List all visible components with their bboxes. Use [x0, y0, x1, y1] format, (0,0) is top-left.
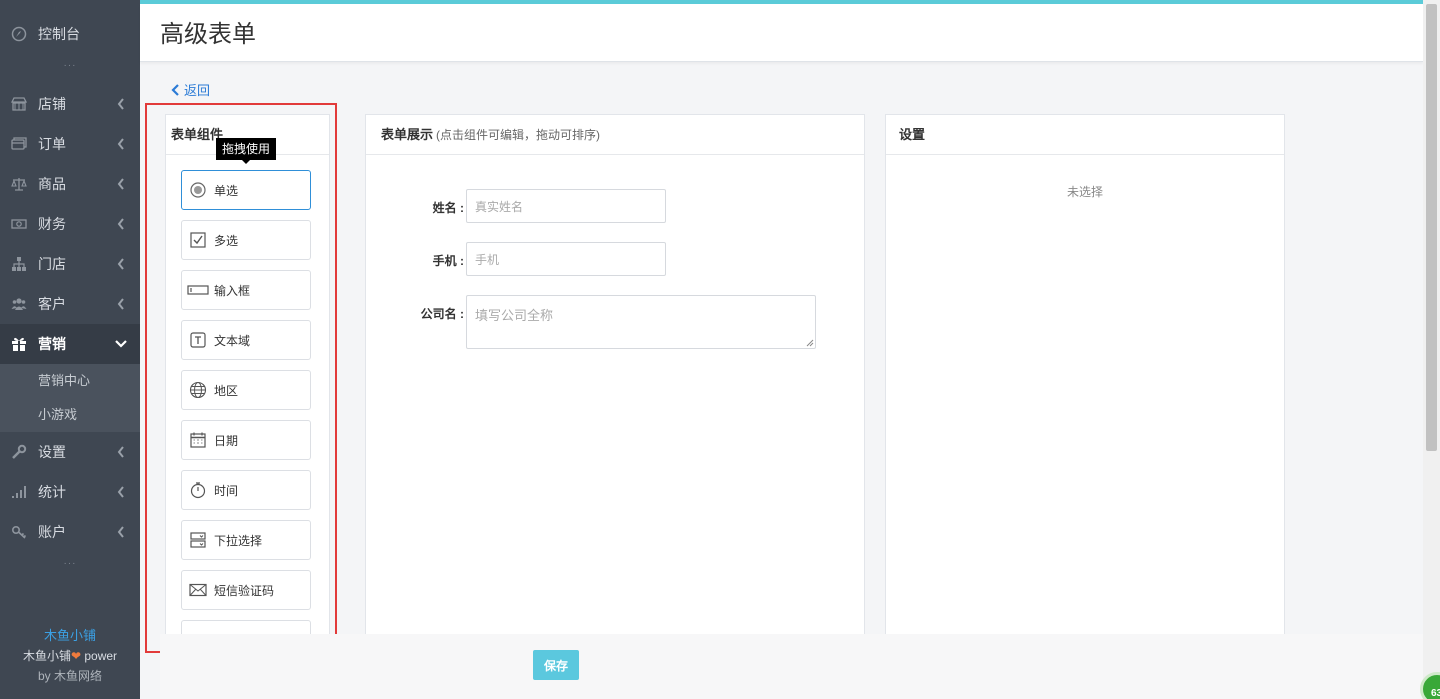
resize-grip-icon[interactable] [806, 339, 814, 347]
sidebar-item-stats[interactable]: 统计 [0, 472, 140, 512]
chevron-left-icon [171, 83, 179, 96]
order-icon [0, 136, 38, 152]
sidebar-item-label: 客户 [38, 296, 66, 312]
sidebar-item-order[interactable]: 订单 [0, 124, 140, 164]
field-label: 手机 : [432, 254, 464, 268]
sidebar-item-label: 门店 [38, 256, 66, 272]
display-panel-title: 表单展示 [381, 127, 434, 142]
company-textarea[interactable]: 填写公司全称 [466, 295, 816, 349]
sidebar-item-label: 统计 [38, 484, 66, 500]
sidebar-item-label: 营销 [38, 336, 66, 352]
chevron-left-icon [117, 526, 124, 538]
chevron-left-icon [117, 298, 124, 310]
display-panel-hint: (点击组件可编辑，拖动可排序) [436, 128, 601, 142]
settings-panel-title: 设置 [886, 115, 1284, 155]
brand-footer: 木鱼小铺 木鱼小铺❤ power by 木鱼网络 [0, 626, 140, 686]
chevron-left-icon [117, 138, 124, 150]
sidebar-item-shop[interactable]: 门店 [0, 244, 140, 284]
back-link[interactable]: 返回 [171, 80, 210, 99]
sidebar-item-label: 订单 [38, 136, 66, 152]
scrollbar-thumb[interactable] [1426, 4, 1437, 451]
gift-icon [0, 336, 38, 352]
brand-power-text: power [81, 649, 118, 663]
key-icon [0, 524, 38, 540]
settings-empty-text: 未选择 [1066, 185, 1103, 199]
chevron-down-icon [115, 340, 127, 348]
chevron-left-icon [117, 178, 124, 190]
sidebar-divider-dots: ··· [63, 558, 77, 569]
back-link-label: 返回 [184, 83, 211, 98]
brand-by-line: by 木鱼网络 [37, 669, 102, 683]
page-header: 高级表单 [140, 4, 1423, 62]
sidebar-item-finance[interactable]: 财务 [0, 204, 140, 244]
sidebar-item-store[interactable]: 店铺 [0, 84, 140, 124]
dashboard-icon [0, 26, 38, 42]
highlight-frame [145, 103, 337, 653]
brand-power-name: 木鱼小铺 [22, 649, 71, 663]
phone-input[interactable]: 手机 [466, 242, 666, 276]
display-panel-header: 表单展示 (点击组件可编辑，拖动可排序) [366, 115, 864, 155]
footer-bar [160, 634, 1423, 699]
page-title: 高级表单 [160, 21, 256, 48]
money-icon [0, 216, 38, 232]
sidebar-subitem-mini-games[interactable]: 小游戏 [0, 398, 140, 432]
sidebar-item-label: 店铺 [38, 96, 66, 112]
sidebar-item-label: 账户 [38, 524, 66, 540]
scale-icon [0, 176, 38, 192]
settings-panel: 设置 未选择 [885, 114, 1285, 644]
sitemap-icon [0, 256, 38, 272]
sidebar-item-settings[interactable]: 设置 [0, 432, 140, 472]
sidebar-item-customer[interactable]: 客户 [0, 284, 140, 324]
name-input[interactable]: 真实姓名 [466, 189, 666, 223]
sidebar-item-label: 财务 [38, 216, 66, 232]
sidebar-item-marketing[interactable]: 营销 [0, 324, 140, 364]
sidebar-item-account[interactable]: 账户 [0, 512, 140, 552]
sidebar-divider-dots: ··· [63, 60, 77, 71]
sidebar-subitem-marketing-center[interactable]: 营销中心 [0, 364, 140, 398]
save-button[interactable]: 保存 [533, 650, 579, 680]
store-icon [0, 96, 38, 112]
chevron-left-icon [117, 258, 124, 270]
users-icon [0, 296, 38, 312]
chevron-left-icon [117, 486, 124, 498]
company-textarea-placeholder: 填写公司全称 [475, 308, 554, 323]
sidebar-item-goods[interactable]: 商品 [0, 164, 140, 204]
sidebar-item-dashboard[interactable]: 控制台 [0, 14, 140, 54]
chevron-left-icon [117, 446, 124, 458]
sidebar-item-label: 控制台 [38, 26, 80, 42]
sidebar-item-label: 设置 [38, 444, 66, 460]
chevron-left-icon [117, 218, 124, 230]
sidebar-item-label: 商品 [38, 176, 66, 192]
sidebar: 控制台 ··· 店铺 订单 商品 财务 门店 客户 营销 营销中心 小游戏 设置… [0, 0, 140, 699]
field-label: 公司名 : [420, 307, 464, 321]
brand-power-line: 木鱼小铺❤ power [0, 646, 140, 666]
wrench-icon [0, 444, 38, 460]
field-label: 姓名 : [432, 201, 464, 215]
heart-icon: ❤ [70, 649, 82, 663]
signal-icon [0, 484, 38, 500]
marketing-submenu: 营销中心 小游戏 [0, 364, 140, 432]
brand-name[interactable]: 木鱼小铺 [0, 626, 140, 646]
form-display-panel: 表单展示 (点击组件可编辑，拖动可排序) 姓名 : 真实姓名 手机 : 手机 公司… [365, 114, 865, 644]
chevron-left-icon [117, 98, 124, 110]
